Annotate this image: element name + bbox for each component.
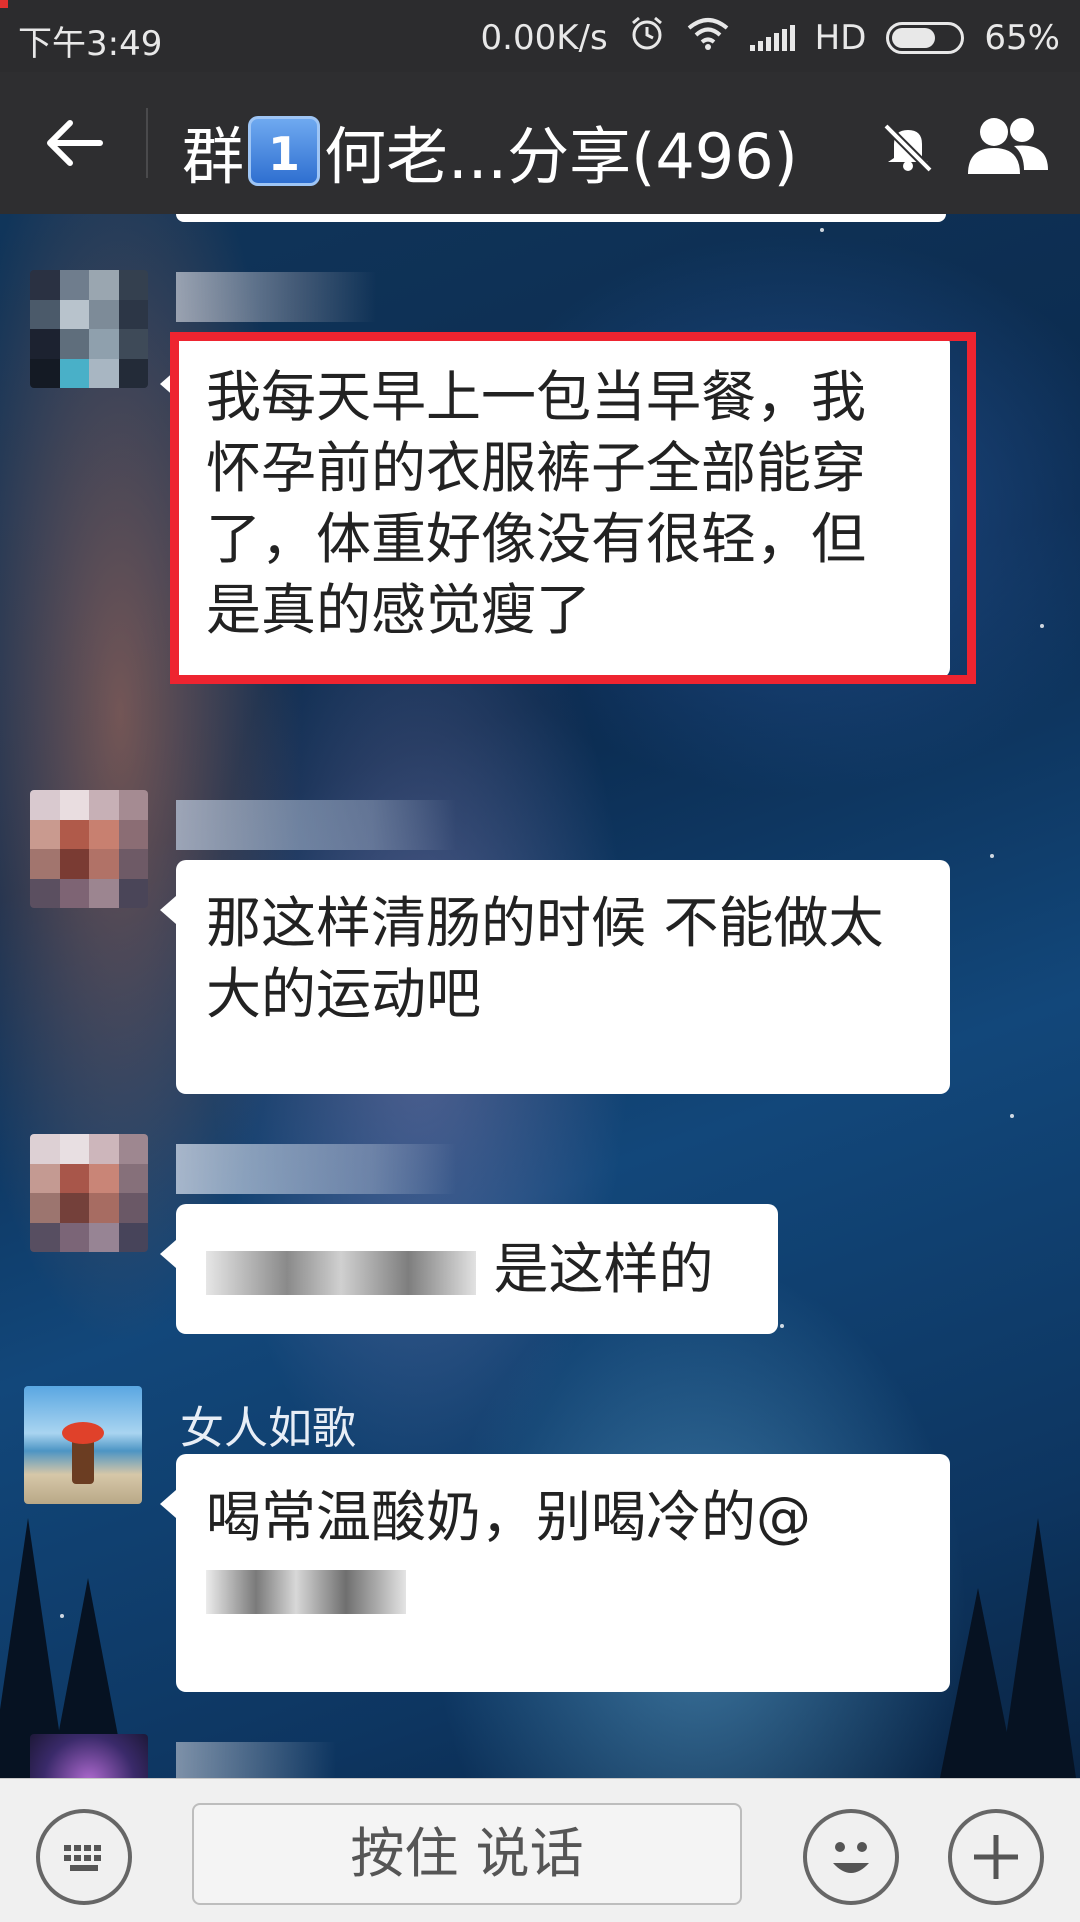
hold-to-talk-button[interactable]: 按住 说话 [192,1803,742,1905]
background-tree [940,1588,1016,1778]
wifi-icon [686,16,730,59]
title-suffix: 何老...分享(496) [324,120,798,193]
message-bubble[interactable]: 是这样的 [160,1204,778,1334]
plus-icon [974,1835,1018,1879]
background-star [990,854,994,858]
sender-name: 女人如歌 [180,1403,356,1454]
keyboard-toggle-button[interactable] [36,1809,132,1905]
group-members-icon [968,118,1048,174]
title-emoji-badge: 1 [248,116,321,186]
sender-avatar[interactable] [24,1386,142,1504]
background-star [960,334,964,338]
sender-name-pixelated [176,800,456,850]
message-bubble[interactable]: 喝常温酸奶，别喝冷的@ [160,1454,950,1692]
alarm-icon [628,14,666,61]
sender-avatar[interactable] [30,1734,148,1778]
message-bubble[interactable]: 那这样清肠的时候 不能做太大的运动吧 [160,860,950,1094]
network-type-label: HD [814,17,867,58]
status-bar: 下午3:49 0.00K/s HD 65% [0,0,1080,72]
pixelated-mention [206,1250,476,1295]
background-star [780,1324,784,1328]
network-speed: 0.00K/s [480,17,608,58]
message-text: 喝常温酸奶，别喝冷的@ [206,1485,812,1549]
notification-dot [0,0,8,8]
battery-icon [886,21,965,54]
chat-header: 群 1 何老...分享(496) [0,72,1080,214]
signal-icon [749,24,795,51]
chat-title: 群 1 何老...分享(496) [182,106,798,196]
sender-name-pixelated [176,1144,456,1194]
sender-avatar[interactable] [30,1134,148,1252]
background-star [1040,624,1044,628]
battery-percent: 65% [984,17,1060,58]
mute-bell-icon [880,118,936,174]
message-text: 那这样清肠的时候 不能做太大的运动吧 [206,891,884,1026]
background-star [820,228,824,232]
back-button[interactable] [40,108,110,178]
more-functions-button[interactable] [948,1809,1044,1905]
message-text: 是这样的 [493,1237,714,1301]
status-time: 下午3:49 [18,24,163,64]
header-divider [146,108,148,178]
emoji-button[interactable] [803,1809,899,1905]
title-prefix: 群 [182,120,245,193]
pixelated-mention [206,1569,406,1614]
group-members-button[interactable] [964,112,1052,178]
status-right-group: 0.00K/s HD 65% [480,14,1060,61]
input-bar: 按住 说话 [0,1778,1080,1922]
keyboard-icon [64,1845,101,1871]
sender-name-pixelated [176,1742,336,1778]
previous-message-bubble [176,214,946,222]
sender-avatar[interactable] [30,270,148,388]
message-bubble[interactable]: 我每天早上一包当早餐，我怀孕前的衣服裤子全部能穿了，体重好像没有很轻，但是真的感… [160,334,950,678]
background-star [1010,1114,1014,1118]
back-arrow-icon [47,120,103,166]
chat-message-area[interactable]: 我每天早上一包当早餐，我怀孕前的衣服裤子全部能穿了，体重好像没有很轻，但是真的感… [0,214,1080,1778]
sender-avatar[interactable] [30,790,148,908]
message-text: 我每天早上一包当早餐，我怀孕前的衣服裤子全部能穿了，体重好像没有很轻，但是真的感… [206,365,867,642]
emoji-icon [833,1842,869,1873]
sender-name-pixelated [176,272,376,322]
